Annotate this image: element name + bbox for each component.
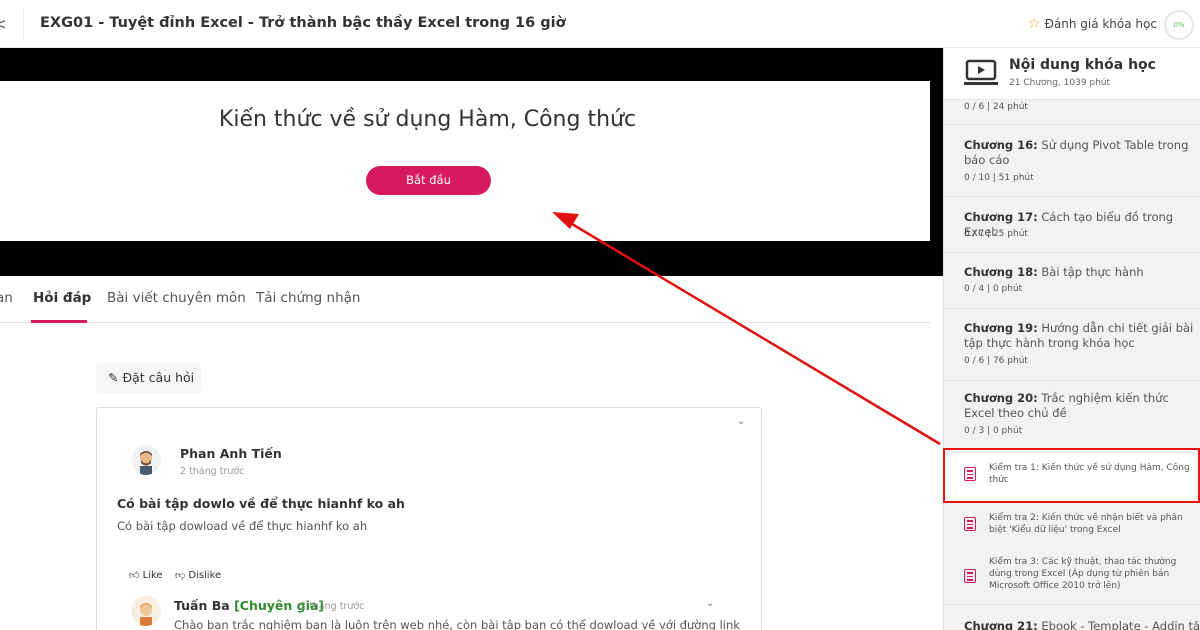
chapter-item-18[interactable]: Chương 18: Bài tập thực hành 0 / 4 | 0 p… [944,253,1200,309]
question-title: Có bài tập dowlo về để thực hianhf ko ah [117,496,405,511]
chapter-meta: 0 / 7 | 25 phút [964,229,1028,239]
sidebar-title: Nội dung khóa học [1009,57,1156,73]
dislike-label: Dislike [188,570,222,581]
chapter-item-16[interactable]: Chương 16: Sử dụng Pivot Table trong báo… [944,125,1200,197]
chapter-title: Chương 20: Trắc nghiệm kiến thức Excel t… [964,391,1169,420]
chevron-down-icon[interactable]: ⌄ [737,416,745,427]
rate-course-link[interactable]: ☆ Đánh giá khóa học [1028,16,1157,32]
ask-question-button[interactable]: ✎ Đặt câu hỏi [96,363,201,393]
course-title: EXG01 - Tuyệt đỉnh Excel - Trở thành bậc… [40,15,566,31]
question-card: ⌄ Phan Anh Tiến 2 tháng trước Có bài tập… [96,407,762,630]
question-body: Có bài tập dowload về để thực hianhf ko … [117,519,368,533]
ask-question-label: Đặt câu hỏi [122,370,195,385]
like-button[interactable]: 👍︎ Like [129,569,163,581]
chapter-item-19[interactable]: Chương 19: Hướng dẫn chi tiết giải bài t… [944,309,1200,381]
chapter-item-20[interactable]: Chương 20: Trắc nghiệm kiến thức Excel t… [944,381,1200,449]
top-bar: < EXG01 - Tuyệt đỉnh Excel - Trở thành b… [0,0,1200,48]
thumbs-down-icon: 👎︎ [175,570,186,581]
chapter-item[interactable]: 0 / 6 | 24 phút [944,100,1200,125]
video-lesson-icon [964,59,998,85]
tab-qa[interactable]: Hỏi đáp [33,290,91,306]
lesson-heading: Kiến thức về sử dụng Hàm, Công thức [218,107,637,132]
thumbs-up-icon: 👍︎ [129,570,140,581]
chevron-down-icon[interactable]: ⌄ [706,598,714,609]
chapter-item-21[interactable]: Chương 21: Ebook - Template - Addin tặng [944,605,1200,630]
active-tab-indicator [31,320,87,323]
highlight-box [943,448,1200,503]
content-tabs: an Hỏi đáp Bài viết chuyên môn Tải chứng… [0,276,930,323]
divider [23,8,24,40]
quiz-item-2[interactable]: Kiểm tra 2: Kiến thức về nhận biết và ph… [944,503,1200,547]
progress-indicator: 0% [1164,10,1194,40]
chapter-meta: 0 / 6 | 76 phút [964,356,1028,366]
avatar [131,445,161,475]
video-player: Kiến thức về sử dụng Hàm, Công thức Bắt … [0,48,943,276]
start-button[interactable]: Bắt đầu [366,166,491,195]
tab-certificate[interactable]: Tải chứng nhận [256,290,360,306]
dislike-button[interactable]: 👎︎ Dislike [175,569,221,581]
quiz-item-3[interactable]: Kiểm tra 3: Các kỹ thuật, thao tác thườn… [944,547,1200,605]
tab-overview[interactable]: an [0,290,13,306]
avatar [131,596,161,626]
chapter-title: Chương 16: Sử dụng Pivot Table trong báo… [964,138,1189,167]
chapter-meta: 0 / 6 | 24 phút [964,102,1028,112]
question-author[interactable]: Phan Anh Tiến [180,446,282,461]
tab-articles[interactable]: Bài viết chuyên môn [107,290,246,306]
sidebar-subtitle: 21 Chương, 1039 phút [1009,78,1111,88]
chapter-title: Chương 21: Ebook - Template - Addin tặng [964,619,1200,630]
reply-author-name: Tuấn Ba [174,598,230,613]
reply-time: 2 tháng trước [300,601,365,612]
chapter-meta: 0 / 3 | 0 phút [964,426,1023,436]
reply-body: Chào bạn trắc nghiệm bạn là luôn trên we… [174,618,740,630]
question-time: 2 tháng trước [180,466,245,477]
page: < EXG01 - Tuyệt đỉnh Excel - Trở thành b… [0,0,1200,630]
chapter-item-17[interactable]: Chương 17: Cách tạo biểu đồ trong Excel … [944,197,1200,253]
rate-course-label: Đánh giá khóa học [1044,17,1157,31]
back-icon[interactable]: < [0,15,7,33]
pencil-icon: ✎ [108,370,123,385]
chapter-title: Chương 18: Bài tập thực hành [964,265,1144,279]
chapter-meta: 0 / 4 | 0 phút [964,284,1023,294]
quiz-label: Kiểm tra 2: Kiến thức về nhận biết và ph… [989,513,1183,535]
quiz-icon [964,569,976,583]
course-content-sidebar: Nội dung khóa học 21 Chương, 1039 phút 0… [943,48,1200,630]
quiz-icon [964,517,976,531]
star-icon: ☆ [1028,16,1041,32]
like-label: Like [142,570,163,581]
quiz-label: Kiểm tra 3: Các kỹ thuật, thao tác thườn… [989,557,1177,591]
chapter-title: Chương 19: Hướng dẫn chi tiết giải bài t… [964,321,1194,350]
lesson-start-card: Kiến thức về sử dụng Hàm, Công thức Bắt … [0,81,930,241]
sidebar-header: Nội dung khóa học 21 Chương, 1039 phút [944,48,1200,100]
chapter-meta: 0 / 10 | 51 phút [964,173,1034,183]
